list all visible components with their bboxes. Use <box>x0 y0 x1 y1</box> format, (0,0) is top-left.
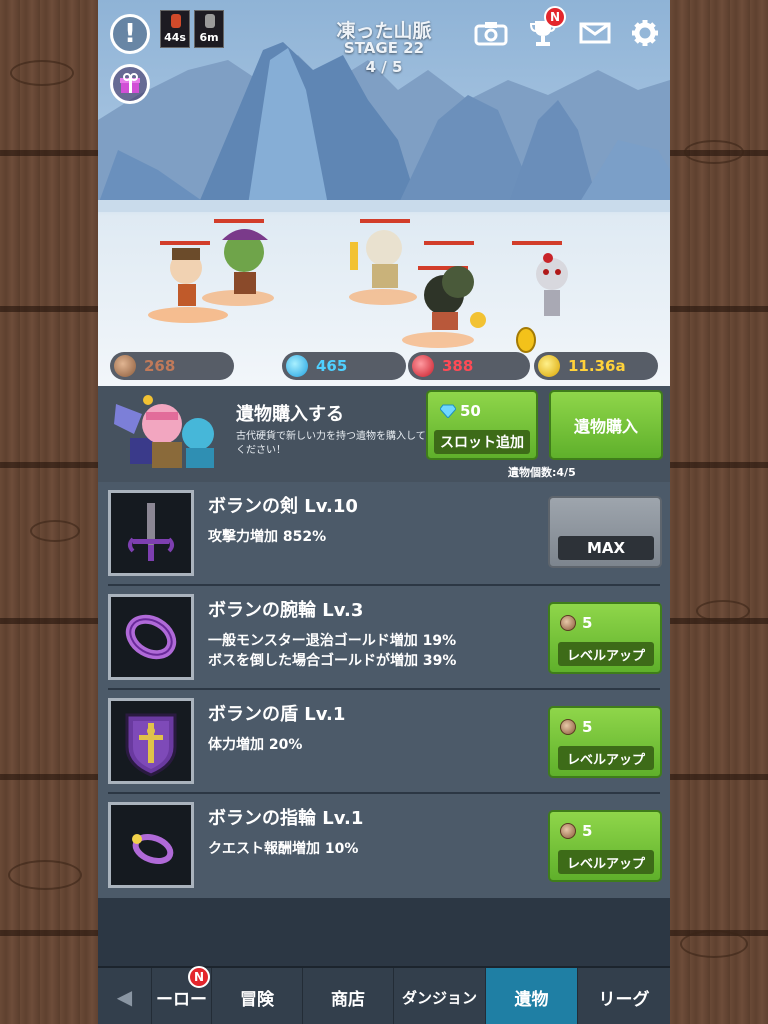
red-gem-value: 388 <box>442 357 474 375</box>
relic-name: ボランの腕輪 Lv.3 <box>208 600 364 621</box>
relic-row-ring: ボランの指輪 Lv.1 クエスト報酬増加 10% 5 レベルアップ <box>98 794 670 898</box>
relic-effect: クエスト報酬増加 10% <box>208 841 359 857</box>
game-screen: ! 44s 6m 凍った山脈 STAGE 22 4 / 5 N 268 465 … <box>98 0 670 1024</box>
relic-count: 遺物個数:4/5 <box>508 466 576 479</box>
level-up-button[interactable]: 5 レベルアップ <box>548 706 662 778</box>
level-up-label: レベルアップ <box>558 850 654 874</box>
level-up-button[interactable]: 5 レベルアップ <box>548 810 662 882</box>
level-up-button[interactable]: 5 レベルアップ <box>548 602 662 674</box>
slot-cost: 50 <box>460 402 481 420</box>
mail-button[interactable] <box>576 16 614 50</box>
add-slot-label: スロット追加 <box>434 430 530 454</box>
buy-relic-button[interactable]: 遺物購入 <box>549 390 663 460</box>
relic-effect: 攻撃力増加 852% <box>208 529 327 545</box>
level-up-cost: 5 <box>582 822 593 840</box>
camera-icon <box>474 22 508 46</box>
relic-coin-icon <box>560 615 576 631</box>
tab-scroll-left-button[interactable]: ◀ <box>98 968 152 1024</box>
gem-icon <box>440 404 456 418</box>
relic-thumbnail <box>108 490 194 576</box>
gem-value: 465 <box>316 357 348 375</box>
purchase-description: 古代硬貨で新しい力を持つ遺物を購入してください！ <box>236 431 426 456</box>
relic-thumbnail <box>108 802 194 888</box>
camera-button[interactable] <box>472 16 510 50</box>
red-gem-counter: 388 <box>408 352 530 380</box>
relic-effect: 体力増加 20% <box>208 737 303 753</box>
relic-effect: 一般モンスター退治ゴールド増加 19% <box>208 633 457 649</box>
max-label: MAX <box>558 536 654 560</box>
hero-warrior <box>418 241 486 330</box>
relic-name: ボランの盾 Lv.1 <box>208 704 346 725</box>
wood-frame-right <box>670 0 768 1024</box>
relic-thumbnail <box>108 594 194 680</box>
hero-knight <box>350 219 410 288</box>
level-up-label: レベルアップ <box>558 746 654 770</box>
trophy-button[interactable]: N <box>524 6 566 50</box>
gift-icon <box>120 73 140 93</box>
relic-coin-icon <box>114 355 136 377</box>
battle-scene: ! 44s 6m 凍った山脈 STAGE 22 4 / 5 N 268 465 … <box>98 0 670 386</box>
tab-dungeon[interactable]: ダンジョン <box>394 968 486 1024</box>
relic-thumbnail <box>108 698 194 784</box>
add-slot-button[interactable]: 50 スロット追加 <box>426 390 538 460</box>
bottom-tab-bar: ◀ ーロー N 冒険 商店 ダンジョン 遺物 リーグ <box>98 966 670 1024</box>
gem-counter: 465 <box>282 352 406 380</box>
relic-name: ボランの指輪 Lv.1 <box>208 808 364 829</box>
stage-progress: 4 / 5 <box>365 58 403 76</box>
max-level-button[interactable]: MAX <box>548 496 662 568</box>
ring-icon <box>132 833 174 865</box>
level-up-cost: 5 <box>582 614 593 632</box>
bracelet-icon <box>125 614 177 660</box>
gold-coin-drop <box>516 327 536 353</box>
level-up-cost: 5 <box>582 718 593 736</box>
monster-skeleton <box>512 241 568 316</box>
mail-icon <box>579 22 611 44</box>
tab-hero-label: ーロー <box>156 989 207 1010</box>
gold-counter: 11.36a <box>534 352 658 380</box>
purchase-title: 遺物購入する <box>236 404 344 425</box>
wood-frame-left <box>0 0 98 1024</box>
gold-value: 11.36a <box>568 357 626 375</box>
relic-effect: ボスを倒した場合ゴールドが増加 39% <box>208 653 457 669</box>
relic-coin-icon <box>560 823 576 839</box>
level-up-label: レベルアップ <box>558 642 654 666</box>
shield-icon <box>125 713 177 777</box>
relic-list: ボランの剣 Lv.10 攻撃力増加 852% MAX ボランの腕輪 Lv.3 一… <box>98 482 670 968</box>
tab-adventure[interactable]: 冒険 <box>212 968 303 1024</box>
relic-name: ボランの剣 Lv.10 <box>208 496 358 517</box>
relic-row-bracelet: ボランの腕輪 Lv.3 一般モンスター退治ゴールド増加 19% ボスを倒した場合… <box>98 586 670 690</box>
relic-row-shield: ボランの盾 Lv.1 体力増加 20% 5 レベルアップ <box>98 690 670 794</box>
settings-button[interactable] <box>626 16 664 50</box>
relic-row-sword: ボランの剣 Lv.10 攻撃力増加 852% MAX <box>98 482 670 586</box>
tab-league[interactable]: リーグ <box>578 968 670 1024</box>
sword-icon <box>128 503 174 561</box>
tab-relic[interactable]: 遺物 <box>486 968 578 1024</box>
relic-coin-icon <box>560 719 576 735</box>
relic-coin-value: 268 <box>144 357 176 375</box>
notification-badge: N <box>544 6 566 28</box>
red-gem-icon <box>412 355 434 377</box>
gear-icon <box>632 20 658 46</box>
gold-icon <box>538 355 560 377</box>
tab-hero[interactable]: ーロー N <box>152 966 212 1024</box>
relic-pile-icon <box>114 395 214 468</box>
tab-shop[interactable]: 商店 <box>303 968 394 1024</box>
hero-archer <box>160 241 210 306</box>
gem-icon <box>286 355 308 377</box>
relic-purchase-panel: 遺物購入する 古代硬貨で新しい力を持つ遺物を購入してください！ 50 スロット追… <box>98 386 670 485</box>
relic-coin-counter: 268 <box>110 352 234 380</box>
hero-goblin <box>214 219 268 294</box>
tab-hero-badge: N <box>188 966 210 988</box>
